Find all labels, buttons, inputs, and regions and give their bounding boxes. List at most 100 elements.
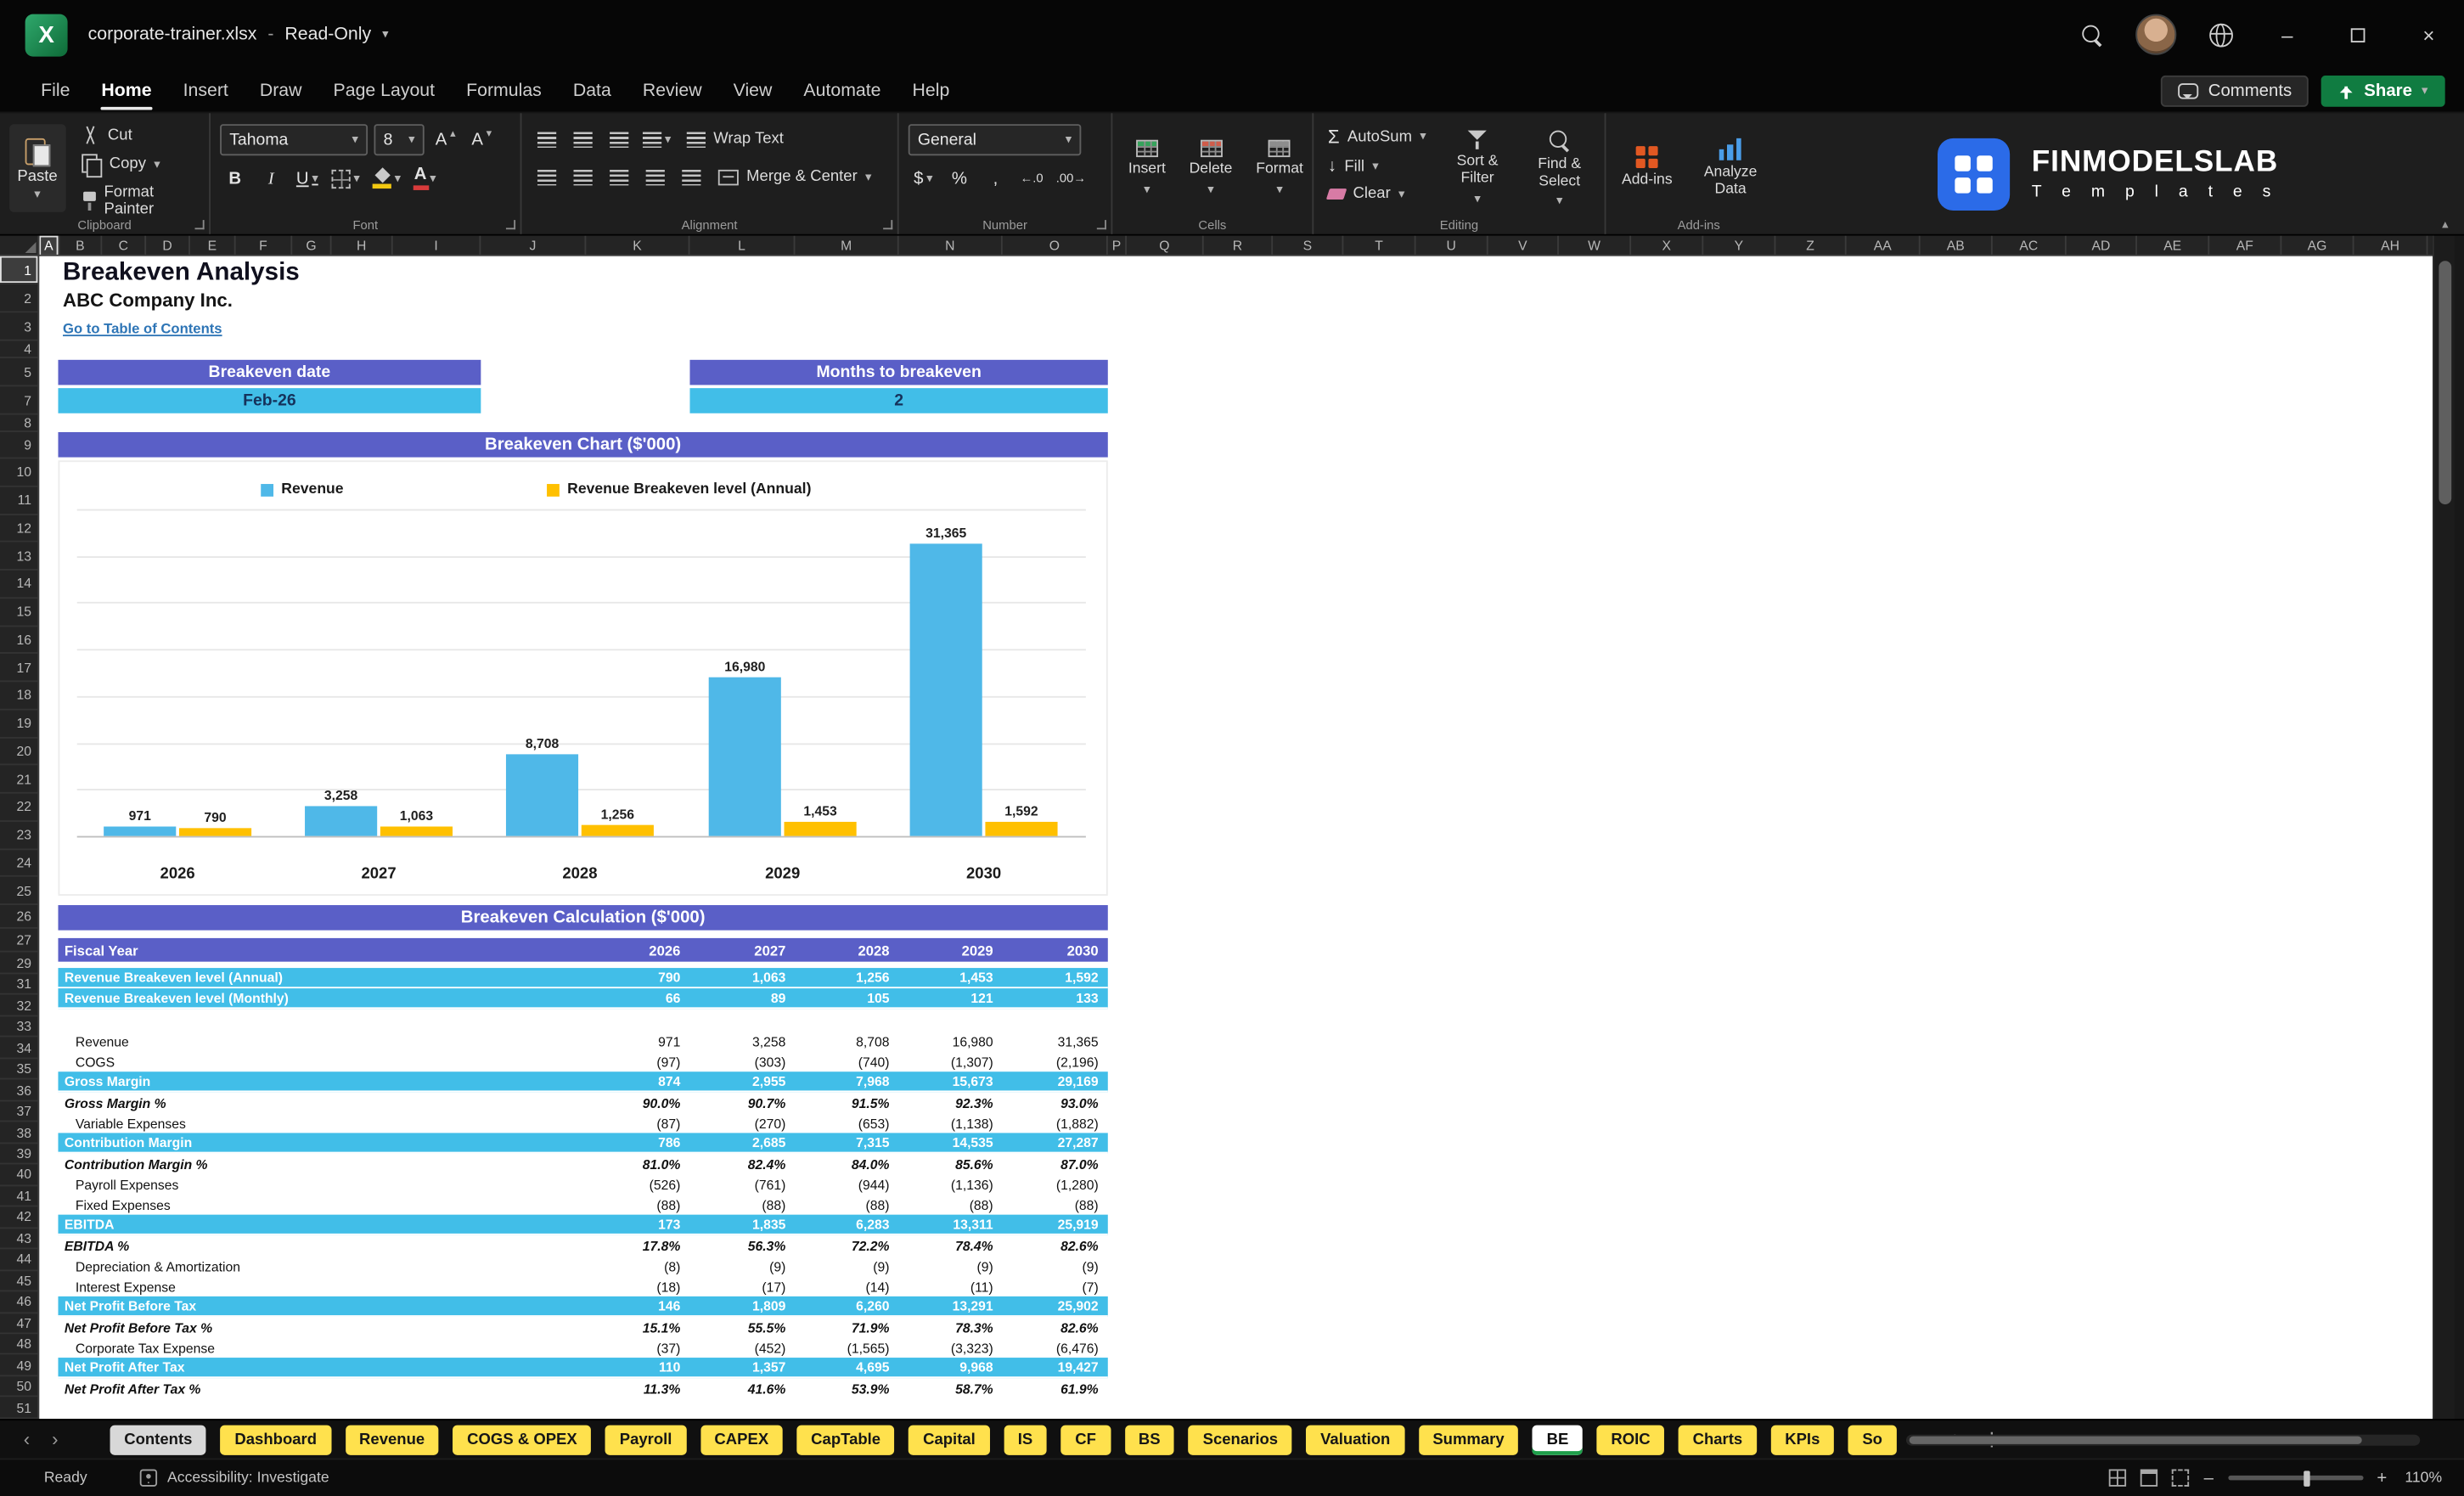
number-format-select[interactable]: General ▾ xyxy=(908,124,1082,156)
row-header-40[interactable]: 40 xyxy=(0,1165,38,1186)
page-break-view-button[interactable] xyxy=(2172,1469,2190,1487)
cut-button[interactable]: Cut xyxy=(76,124,200,146)
align-bottom-button[interactable] xyxy=(604,124,633,154)
column-header-b[interactable]: B xyxy=(59,235,103,255)
excel-app-icon[interactable]: X xyxy=(25,13,68,56)
row-header-5[interactable]: 5 xyxy=(0,358,38,387)
tabs-scroll-right[interactable]: › xyxy=(41,1428,69,1450)
column-header-l[interactable]: L xyxy=(689,235,796,255)
row-header-15[interactable]: 15 xyxy=(0,599,38,627)
align-right-button[interactable] xyxy=(604,162,633,192)
italic-button[interactable]: I xyxy=(256,163,286,193)
sheet-tab-be[interactable]: BE xyxy=(1532,1424,1584,1454)
align-center-button[interactable] xyxy=(567,162,597,192)
fill-color-button[interactable]: ▾ xyxy=(369,163,404,193)
menu-item-page-layout[interactable]: Page Layout xyxy=(318,69,451,111)
shrink-font-button[interactable]: A ▾ xyxy=(467,125,497,155)
column-header-g[interactable]: G xyxy=(292,235,332,255)
row-header-22[interactable]: 22 xyxy=(0,794,38,822)
tabs-scroll-left[interactable]: ‹ xyxy=(13,1428,41,1450)
delete-cells-button[interactable]: Delete ▾ xyxy=(1183,124,1239,212)
accessibility-status[interactable]: Accessibility: Investigate xyxy=(167,1469,329,1486)
select-all-corner[interactable] xyxy=(0,235,40,256)
column-header-aa[interactable]: AA xyxy=(1847,235,1921,255)
column-header-y[interactable]: Y xyxy=(1703,235,1776,255)
row-header-41[interactable]: 41 xyxy=(0,1186,38,1207)
row-header-16[interactable]: 16 xyxy=(0,627,38,655)
column-header-e[interactable]: E xyxy=(190,235,236,255)
column-header-o[interactable]: O xyxy=(1003,235,1108,255)
sheet-tab-bs[interactable]: BS xyxy=(1124,1424,1175,1454)
merge-center-button[interactable]: Merge & Center ▾ xyxy=(712,162,877,192)
zoom-out-button[interactable]: – xyxy=(2204,1469,2214,1488)
row-header-35[interactable]: 35 xyxy=(0,1059,38,1081)
accounting-format-button[interactable]: $ ▾ xyxy=(909,163,938,193)
autosum-button[interactable]: Σ AutoSum ▾ xyxy=(1323,124,1431,149)
analyze-data-button[interactable]: Analyze Data xyxy=(1690,124,1771,212)
decrease-indent-button[interactable] xyxy=(639,162,669,192)
font-color-button[interactable]: A ▾ xyxy=(410,163,440,193)
globe-button[interactable] xyxy=(2189,0,2252,69)
clipboard-dialog-launcher[interactable] xyxy=(194,220,205,230)
row-header-29[interactable]: 29 xyxy=(0,953,38,975)
row-header-43[interactable]: 43 xyxy=(0,1229,38,1250)
row-header-23[interactable]: 23 xyxy=(0,821,38,850)
row-header-27[interactable]: 27 xyxy=(0,929,38,953)
column-header-ae[interactable]: AE xyxy=(2137,235,2210,255)
row-header-36[interactable]: 36 xyxy=(0,1080,38,1102)
row-header-34[interactable]: 34 xyxy=(0,1038,38,1060)
row-header-10[interactable]: 10 xyxy=(0,458,38,487)
sheet-tab-cf[interactable]: CF xyxy=(1060,1424,1111,1454)
sheet-tab-captable[interactable]: CapTable xyxy=(796,1424,895,1454)
row-header-33[interactable]: 33 xyxy=(0,1016,38,1038)
page-layout-view-button[interactable] xyxy=(2141,1469,2158,1487)
menu-item-data[interactable]: Data xyxy=(557,69,627,111)
row-header-32[interactable]: 32 xyxy=(0,995,38,1017)
row-header-25[interactable]: 25 xyxy=(0,877,38,906)
sheet-tab-payroll[interactable]: Payroll xyxy=(605,1424,687,1454)
row-header-37[interactable]: 37 xyxy=(0,1101,38,1122)
paste-button[interactable]: Paste ▾ xyxy=(9,124,65,212)
find-select-button[interactable]: Find & Select ▾ xyxy=(1524,124,1595,212)
sheet-tab-so[interactable]: So xyxy=(1848,1424,1897,1454)
row-header-45[interactable]: 45 xyxy=(0,1270,38,1292)
sheet-tab-dashboard[interactable]: Dashboard xyxy=(220,1424,331,1454)
align-middle-button[interactable] xyxy=(567,124,597,154)
sheet-tab-revenue[interactable]: Revenue xyxy=(345,1424,439,1454)
row-header-13[interactable]: 13 xyxy=(0,543,38,571)
insert-cells-button[interactable]: Insert ▾ xyxy=(1122,124,1172,212)
sheet-tab-cogs-opex[interactable]: COGS & OPEX xyxy=(453,1424,592,1454)
sheet-tab-capital[interactable]: Capital xyxy=(909,1424,990,1454)
wrap-text-button[interactable]: Wrap Text xyxy=(680,124,790,154)
vertical-scrollbar[interactable] xyxy=(2432,235,2455,1420)
increase-indent-button[interactable] xyxy=(676,162,706,192)
row-header-39[interactable]: 39 xyxy=(0,1144,38,1165)
orientation-button[interactable]: ▾ xyxy=(639,124,674,154)
row-header-18[interactable]: 18 xyxy=(0,682,38,711)
grow-font-button[interactable]: A ▴ xyxy=(430,125,460,155)
bold-button[interactable]: B xyxy=(220,163,250,193)
row-header-49[interactable]: 49 xyxy=(0,1355,38,1377)
avatar[interactable] xyxy=(2135,14,2177,55)
row-header-42[interactable]: 42 xyxy=(0,1207,38,1229)
document-title[interactable]: corporate-trainer.xlsx - Read-Only ▾ xyxy=(88,25,389,44)
minimize-button[interactable]: – xyxy=(2252,0,2322,69)
row-header-21[interactable]: 21 xyxy=(0,766,38,794)
column-header-n[interactable]: N xyxy=(899,235,1003,255)
menu-item-formulas[interactable]: Formulas xyxy=(451,69,558,111)
column-header-u[interactable]: U xyxy=(1416,235,1488,255)
font-size-select[interactable]: 8 ▾ xyxy=(374,124,425,156)
horizontal-scrollbar[interactable] xyxy=(1905,1434,2421,1446)
menu-item-insert[interactable]: Insert xyxy=(167,69,244,111)
column-header-ac[interactable]: AC xyxy=(1993,235,2067,255)
menu-item-file[interactable]: File xyxy=(25,69,86,111)
column-header-c[interactable]: C xyxy=(102,235,147,255)
column-header-a[interactable]: A xyxy=(39,235,60,255)
row-header-4[interactable]: 4 xyxy=(0,341,38,358)
decrease-decimal-button[interactable]: .00→ xyxy=(1053,163,1089,193)
fill-button[interactable]: ↓ Fill ▾ xyxy=(1323,155,1431,177)
row-header-31[interactable]: 31 xyxy=(0,974,38,996)
menu-item-review[interactable]: Review xyxy=(627,69,717,111)
add-ins-button[interactable]: Add-ins xyxy=(1616,124,1679,212)
menu-item-home[interactable]: Home xyxy=(86,69,167,111)
